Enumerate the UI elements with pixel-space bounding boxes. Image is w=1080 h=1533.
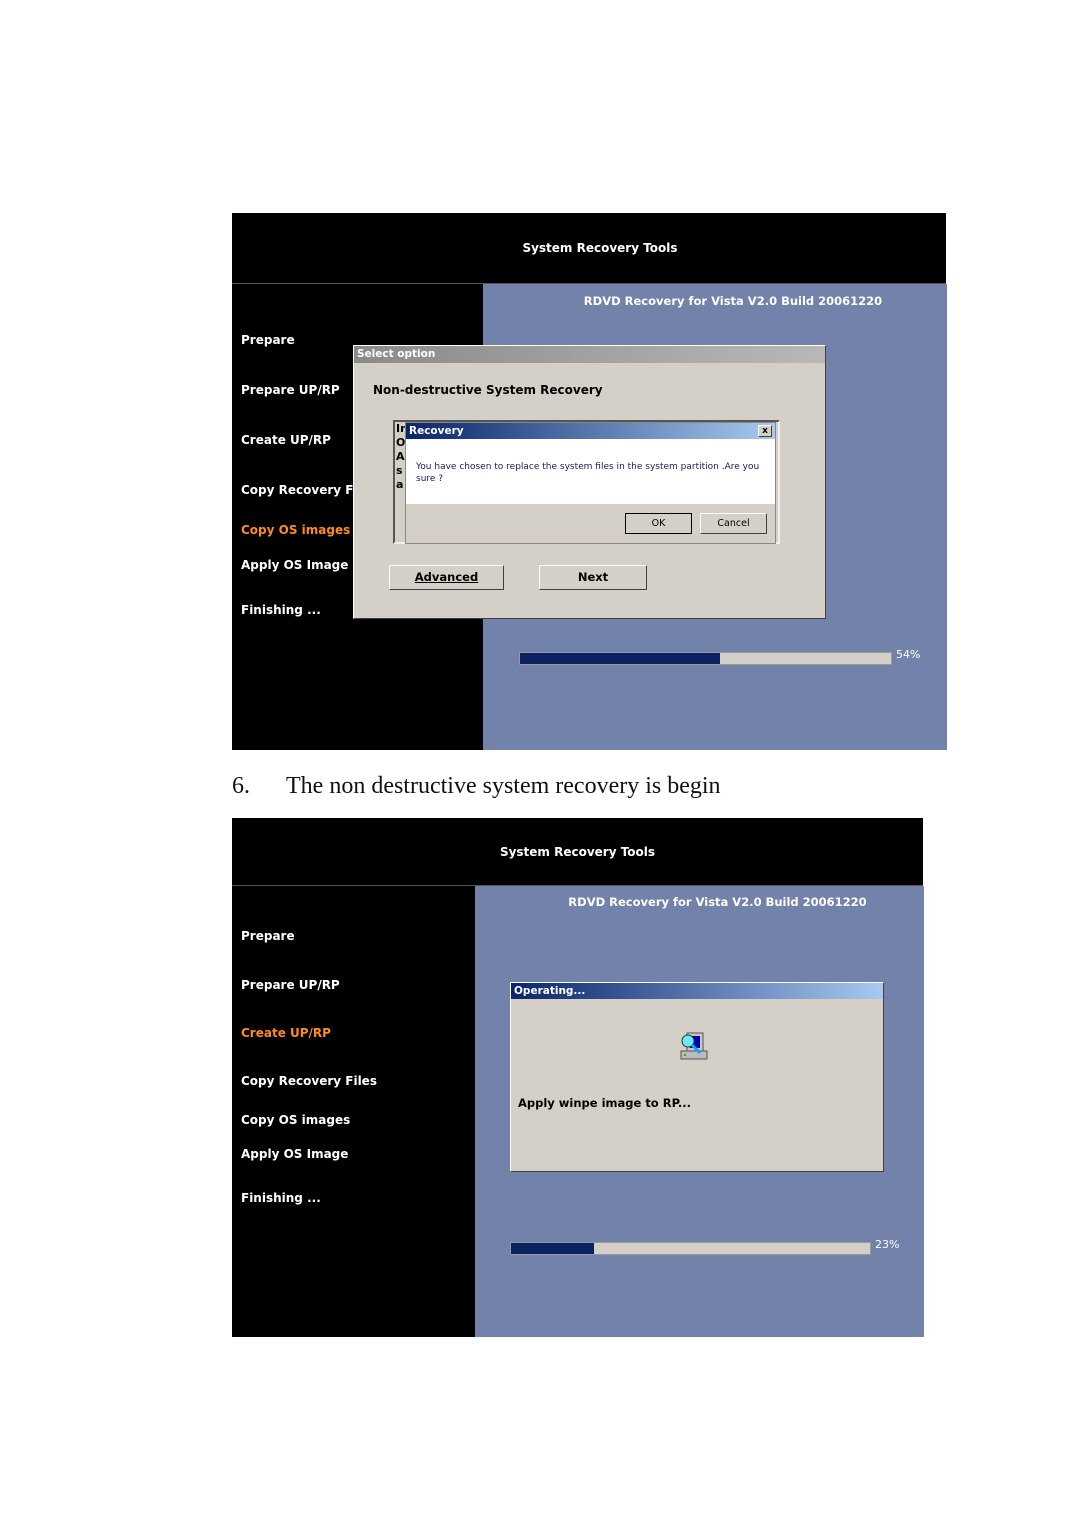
- sidebar-item: Prepare: [241, 929, 295, 943]
- sidebar-item: Prepare UP/RP: [241, 383, 340, 397]
- sidebar-item: Finishing ...: [241, 1191, 321, 1205]
- build-label: RDVD Recovery for Vista V2.0 Build 20061…: [568, 895, 867, 909]
- progress-bar: [519, 652, 892, 665]
- header-title: System Recovery Tools: [522, 241, 678, 255]
- progress-bar: [510, 1242, 871, 1255]
- operating-dialog: Operating... Apply winpe image to RP...: [510, 982, 884, 1172]
- sidebar-item: Prepare: [241, 333, 295, 347]
- operating-title-bar: Operating...: [511, 983, 883, 999]
- message-area: You have chosen to replace the system fi…: [406, 439, 775, 504]
- recovery-message: You have chosen to replace the system fi…: [416, 462, 760, 484]
- next-button[interactable]: Next: [539, 565, 647, 590]
- recovery-dialog: Recovery x You have chosen to replace th…: [405, 422, 776, 544]
- sidebar-item: Prepare UP/RP: [241, 978, 340, 992]
- operating-title: Operating...: [514, 985, 586, 997]
- dialog-title: Select option: [357, 348, 436, 360]
- advanced-button[interactable]: Advanced: [389, 565, 504, 590]
- sidebar-item: Create UP/RP: [241, 433, 331, 447]
- main-panel: RDVD Recovery for Vista V2.0 Build 20061…: [475, 886, 924, 1337]
- header-title: System Recovery Tools: [499, 844, 656, 859]
- progress-percent: 23%: [875, 1238, 900, 1251]
- sidebar-item: Copy Recovery Files: [241, 1074, 377, 1088]
- step-caption: The non destructive system recovery is b…: [286, 773, 721, 799]
- ok-button[interactable]: OK: [625, 513, 692, 534]
- step-number: 6.: [232, 773, 250, 799]
- screenshot-1: System Recovery Tools Prepare Prepare UP/…: [232, 213, 947, 750]
- sidebar-item: Finishing ...: [241, 603, 321, 617]
- document-page: System Recovery Tools Prepare Prepare UP/…: [0, 0, 1080, 1533]
- dialog-title-bar: Select option: [354, 346, 825, 363]
- sidebar-item: Copy OS images: [241, 1113, 351, 1127]
- recovery-title-bar: Recovery: [406, 423, 775, 439]
- sidebar-item: Apply OS Image: [241, 558, 349, 572]
- sidebar-item: Copy OS images: [241, 523, 351, 537]
- header-bar: System Recovery Tools: [232, 818, 923, 886]
- cancel-button[interactable]: Cancel: [700, 513, 767, 534]
- header-bar: System Recovery Tools: [232, 213, 946, 284]
- close-icon[interactable]: x: [758, 425, 772, 437]
- sidebar-item: Apply OS Image: [241, 1147, 349, 1161]
- screenshot-2: System Recovery Tools Prepare Prepare UP/…: [232, 818, 924, 1337]
- operating-message: Apply winpe image to RP...: [518, 1096, 691, 1110]
- build-label: RDVD Recovery for Vista V2.0 Build 20061…: [583, 294, 883, 308]
- select-option-dialog: Select option Non-destructive System Rec…: [353, 345, 826, 619]
- dialog-heading: Non-destructive System Recovery: [373, 383, 603, 397]
- progress-percent: 54%: [896, 648, 921, 661]
- computer-search-icon: [680, 1032, 708, 1060]
- recovery-title: Recovery: [409, 425, 464, 437]
- progress-fill: [520, 653, 721, 664]
- progress-fill: [511, 1243, 594, 1254]
- sidebar-item: Create UP/RP: [241, 1026, 331, 1040]
- sidebar: Prepare Prepare UP/RP Create UP/RP Copy Rec…: [232, 886, 475, 1337]
